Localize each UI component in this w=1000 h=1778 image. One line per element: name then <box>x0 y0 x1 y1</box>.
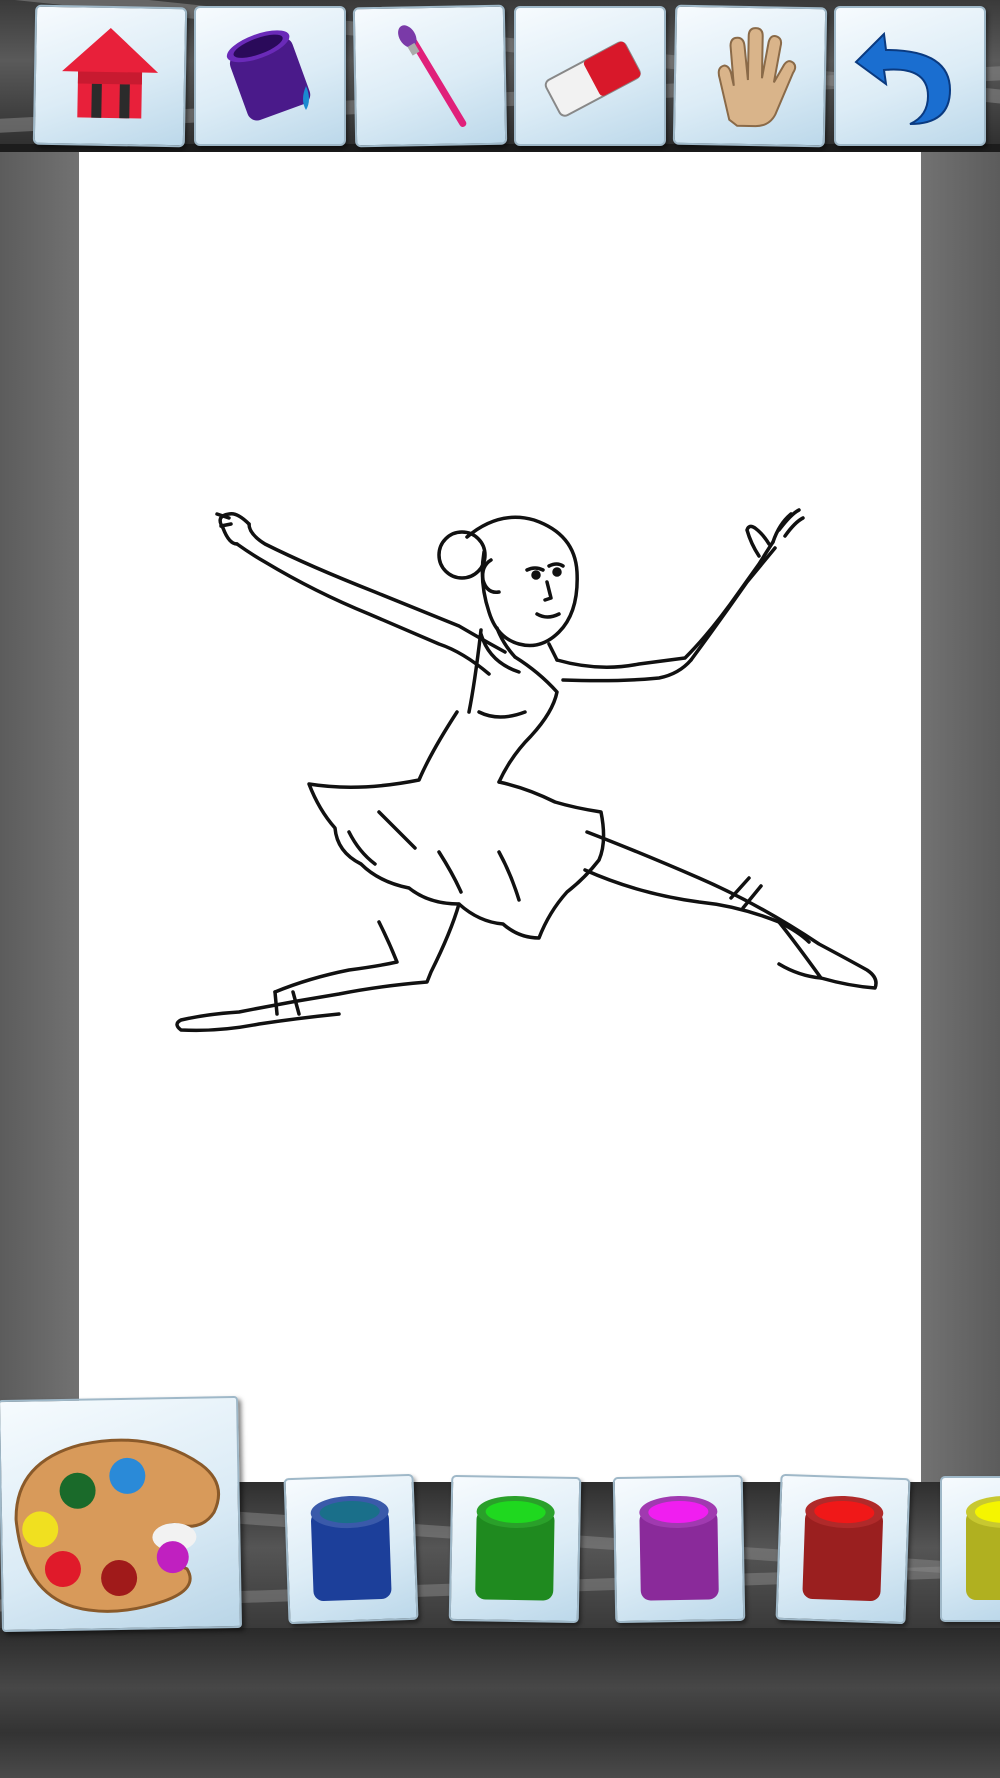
coloring-canvas[interactable] <box>79 152 921 1482</box>
brush-button[interactable] <box>352 4 508 148</box>
palette-icon <box>14 1438 221 1613</box>
top-toolbar <box>0 0 1000 152</box>
frame-right <box>921 152 1000 1482</box>
home-button[interactable] <box>32 4 188 148</box>
paint-can-icon <box>966 1496 1000 1600</box>
paint-can-icon <box>639 1495 719 1601</box>
color-swatch-red[interactable] <box>775 1473 911 1625</box>
ballerina-drawing <box>175 508 878 1033</box>
paint-can-icon <box>310 1495 392 1601</box>
palette-button[interactable] <box>0 1395 243 1633</box>
brush-icon <box>398 25 467 127</box>
color-swatch-green[interactable] <box>448 1474 582 1624</box>
paint-can-icon <box>802 1495 884 1601</box>
color-swatch-purple[interactable] <box>612 1474 746 1624</box>
eraser-button[interactable] <box>514 6 666 146</box>
paint-bucket-icon <box>226 30 311 121</box>
color-swatch-yellow[interactable] <box>940 1476 1000 1622</box>
home-icon <box>62 28 159 119</box>
paint-can-icon <box>475 1495 555 1601</box>
color-swatch-blue[interactable] <box>283 1473 419 1625</box>
undo-icon <box>854 31 952 125</box>
fill-bucket-button[interactable] <box>194 6 346 146</box>
hand-button[interactable] <box>672 4 828 148</box>
frame-left <box>0 152 79 1482</box>
eraser-icon <box>544 41 641 117</box>
hand-icon <box>717 27 797 128</box>
undo-button[interactable] <box>834 6 986 146</box>
footer <box>0 1628 1000 1778</box>
